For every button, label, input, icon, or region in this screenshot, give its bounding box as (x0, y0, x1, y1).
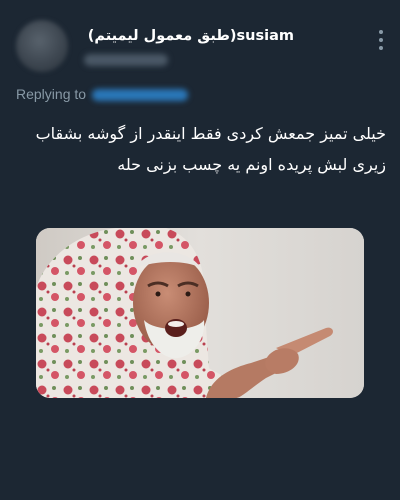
replying-to: Replying to (16, 86, 189, 102)
more-vertical-icon[interactable] (374, 30, 388, 56)
display-name[interactable]: (طبق معمول لیمیتم)susiam (84, 28, 294, 44)
reply-handle-link-blurred[interactable] (92, 89, 189, 102)
user-handle-blurred[interactable] (84, 54, 168, 66)
tweet-text: خیلی تمیز جمعش کردی فقط اینقدر از گوشه ب… (35, 124, 386, 174)
avatar[interactable] (16, 20, 68, 72)
replying-to-label: Replying to (16, 86, 87, 102)
tweet-image[interactable] (36, 228, 364, 398)
tweet-header: (طبق معمول لیمیتم)susiam (16, 20, 388, 80)
meme-image (36, 228, 364, 398)
